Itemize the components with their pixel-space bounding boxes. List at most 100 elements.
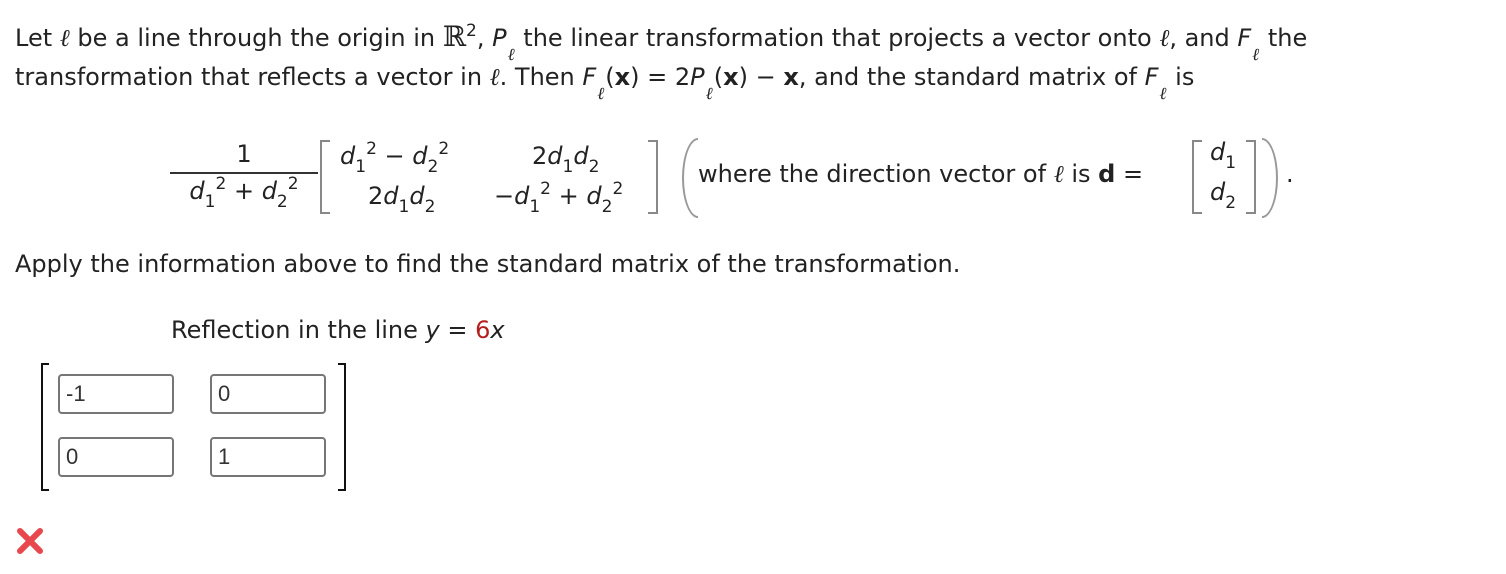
sup: 2 [540,179,551,199]
coef: 2 [532,142,548,170]
var-y: y [425,316,440,344]
reflection-symbol: F [1237,24,1252,52]
coefficient: 6 [475,316,491,344]
paren: ( [713,63,724,91]
text: , and [1169,24,1238,52]
d: d [340,142,356,170]
sup: 2 [287,174,299,194]
text: Let [15,24,60,52]
text: Reflection in the line [171,316,426,344]
answer-cell-12[interactable] [210,374,326,414]
sub: 2 [588,157,600,177]
x-mark-icon [17,528,43,554]
sub: 1 [204,192,216,212]
superscript: 2 [466,21,477,41]
text: − [747,63,784,91]
text: where the direction vector of [698,160,1054,188]
sup: 2 [438,139,450,159]
d: d [409,182,425,210]
text: is [1167,63,1195,91]
formula-right-bracket [648,140,658,214]
text: be a line through the origin in [69,24,443,52]
formula-left-bracket [320,140,330,214]
vector-x: x [614,63,631,91]
fraction-denominator: d12 + d22 [170,174,318,212]
ell-symbol: ℓ [1159,24,1170,52]
text: the linear transformation that projects … [515,24,1160,52]
d: d [261,177,277,205]
ell-symbol: ℓ [1053,160,1064,188]
text: the [1260,24,1308,52]
coef: 2 [368,182,384,210]
right-paren [1262,138,1278,218]
text: , [476,24,493,52]
d: d [412,142,428,170]
op: + [226,177,262,205]
intro-line-1: Let ℓ be a line through the origin in ℝ2… [15,20,1308,65]
intro-line-2: transformation that reflects a vector in… [15,63,1195,104]
d: d [573,142,589,170]
ell-subscript: ℓ [507,45,515,65]
left-paren [682,138,698,218]
neg: − [494,182,515,210]
sub: 1 [562,157,574,177]
paren: ( [605,63,615,91]
reflection-symbol: F [582,63,597,91]
sub: 1 [398,197,410,217]
ell-subscript: ℓ [705,84,713,104]
ell-subscript: ℓ [1252,45,1260,65]
problem-statement: Reflection in the line y = 6x [171,316,505,344]
op: − [376,142,413,170]
vector-d1: d1 [1210,138,1236,173]
vector-x: x [723,63,739,91]
sup: 2 [612,179,624,199]
where-clause: where the direction vector of ℓ is d = [698,160,1143,189]
ell-symbol: ℓ [489,63,500,91]
projection-symbol: P [690,63,705,91]
ell-subscript: ℓ [1159,84,1167,104]
sub: 2 [427,157,439,177]
vector-d2: d2 [1210,178,1236,213]
paren: ) [630,63,640,91]
ell-subscript: ℓ [597,84,605,104]
answer-cell-22[interactable] [210,437,326,477]
text: is [1063,160,1099,188]
text: transformation that reflects a vector in [15,63,490,91]
sup: 2 [366,139,377,159]
d: d [1210,138,1226,166]
sup: 2 [215,174,227,194]
period: . [1286,160,1294,188]
text: , and the standard matrix of [798,63,1145,91]
vector-d: d [1098,160,1116,188]
matrix-a21: 2d1d2 [368,182,435,217]
sub: 2 [276,192,288,212]
sub: 1 [529,197,541,217]
reflection-symbol: F [1144,63,1159,91]
answer-right-bracket [338,363,346,491]
vector-x: x [783,63,799,91]
sub: 2 [424,197,436,217]
d: d [514,182,530,210]
scalar-fraction: 1 d12 + d22 [170,138,318,212]
sub: 2 [601,197,613,217]
real-numbers-symbol: ℝ [442,20,466,53]
answer-left-bracket [41,363,49,491]
sub: 1 [1225,153,1237,173]
d: d [383,182,399,210]
text: = [439,316,476,344]
instruction-text: Apply the information above to find the … [15,250,961,278]
text: = [1115,160,1144,188]
text: . Then [499,63,583,91]
op: + [551,182,587,210]
text: = 2 [639,63,691,91]
paren: ) [738,63,748,91]
answer-cell-21[interactable] [58,437,174,477]
projection-symbol: P [492,24,507,52]
ell-symbol: ℓ [59,24,70,52]
d: d [586,182,602,210]
d: d [189,177,205,205]
sub: 1 [355,157,367,177]
sub: 2 [1225,193,1237,213]
answer-cell-11[interactable] [58,374,174,414]
matrix-a12: 2d1d2 [532,142,599,177]
